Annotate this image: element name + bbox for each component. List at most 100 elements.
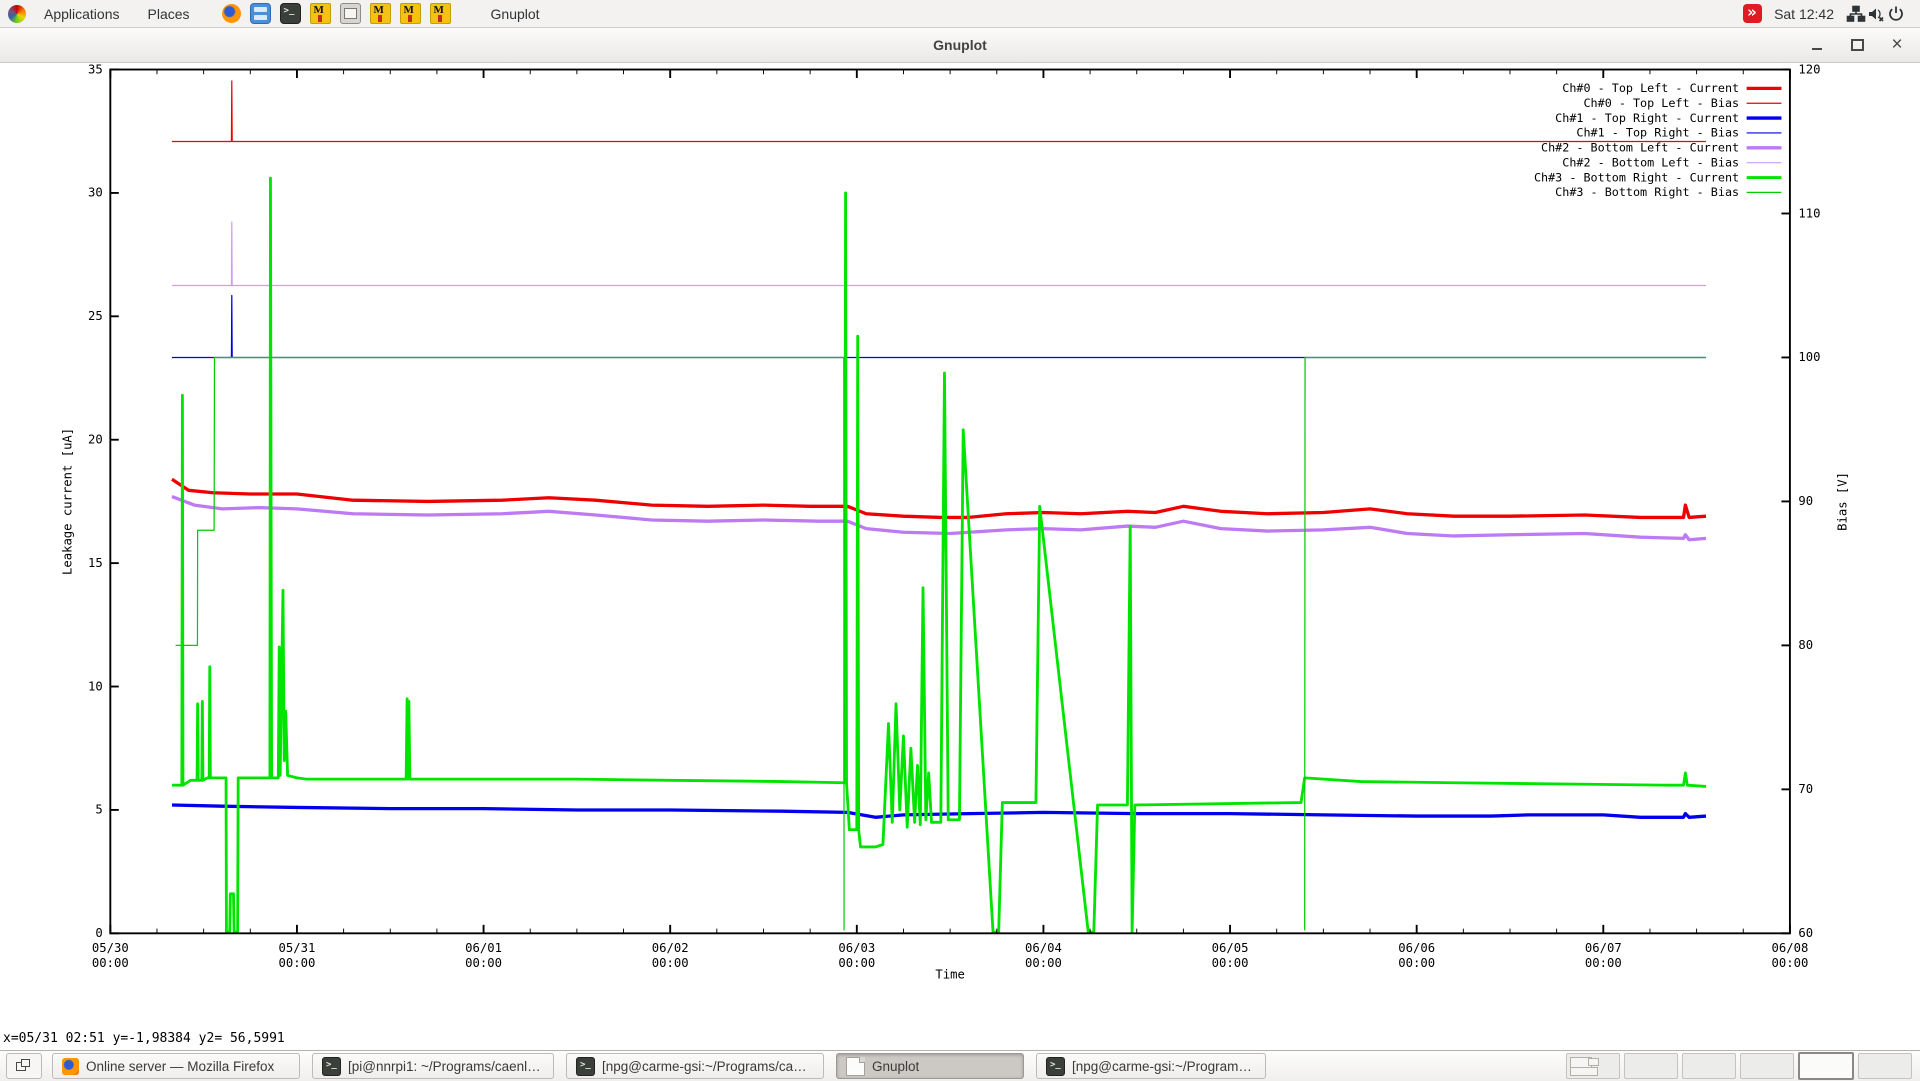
clock[interactable]: Sat 12:42 (1774, 6, 1834, 22)
legend-label-3: Ch#1 - Top Right - Bias (1576, 126, 1739, 140)
x-tick-date-label: 06/07 (1585, 941, 1622, 955)
y-right-tick-label: 80 (1798, 638, 1813, 652)
series-1-line (172, 81, 1706, 142)
panel-right: Sat 12:42 (1743, 0, 1920, 27)
files-launcher-icon[interactable] (250, 3, 271, 24)
mini-window (1570, 1067, 1598, 1076)
workspace-cell-6[interactable] (1858, 1053, 1912, 1079)
panel-window-list-gnuplot[interactable]: Gnuplot (481, 6, 550, 22)
distro-menu-icon[interactable] (8, 5, 26, 23)
taskbar-button-label: [pi@nnrpi1: ~/Programs/caenlogger] (348, 1059, 544, 1074)
workspace-cell-3[interactable] (1682, 1053, 1736, 1079)
workspace-pager (1566, 1052, 1912, 1080)
firefox-icon (62, 1058, 79, 1075)
x-tick-date-label: 06/05 (1212, 941, 1249, 955)
gnuplot-plot-area[interactable]: 05/3000:0005/3100:0006/0100:0006/0200:00… (0, 62, 1920, 1050)
page-icon (846, 1057, 865, 1076)
legend-label-7: Ch#3 - Bottom Right - Bias (1555, 185, 1739, 199)
taskbar-button-label: Online server — Mozilla Firefox (86, 1059, 274, 1074)
y-right-tick-label: 120 (1798, 62, 1820, 76)
legend-label-4: Ch#2 - Bottom Left - Current (1541, 141, 1739, 155)
y-left-tick-label: 25 (88, 309, 103, 323)
x-tick-date-label: 06/01 (465, 941, 502, 955)
midas-launcher-icon[interactable] (400, 3, 421, 24)
y-axis-label-left: Leakage current [uA] (61, 428, 75, 575)
workspace-cell-4[interactable] (1740, 1053, 1794, 1079)
series-2-line (172, 805, 1706, 817)
series-7-line (176, 357, 844, 930)
taskbar-button[interactable]: Gnuplot (836, 1053, 1024, 1079)
midas-launcher-icon[interactable] (430, 3, 451, 24)
series-3-line (172, 296, 1706, 358)
y-right-tick-label: 90 (1798, 494, 1813, 508)
y-left-tick-label: 5 (95, 803, 102, 817)
x-tick-date-label: 05/31 (279, 941, 316, 955)
midas-launcher-icon[interactable] (310, 3, 331, 24)
maximize-button[interactable] (1848, 36, 1866, 54)
x-tick-time-label: 00:00 (652, 956, 689, 970)
taskbar-button[interactable]: [pi@nnrpi1: ~/Programs/caenlogger] (312, 1053, 554, 1079)
x-tick-time-label: 00:00 (279, 956, 316, 970)
y-left-tick-label: 10 (88, 679, 103, 693)
panel-launchers (222, 3, 451, 24)
taskbar-button[interactable]: [npg@carme-gsi:~/Programs/CARME... (1036, 1053, 1266, 1079)
menu-places[interactable]: Places (134, 6, 204, 22)
workspace-cell-2[interactable] (1624, 1053, 1678, 1079)
series-7-line (1305, 357, 1706, 930)
taskbar-button-label: Gnuplot (872, 1059, 919, 1074)
camera-launcher-icon[interactable] (340, 3, 361, 24)
x-tick-time-label: 00:00 (92, 956, 129, 970)
midas-launcher-icon[interactable] (370, 3, 391, 24)
firefox-launcher-icon[interactable] (222, 4, 241, 23)
taskbar-button-label: [npg@carme-gsi:~/Programs/CARME... (1072, 1059, 1256, 1074)
legend-label-6: Ch#3 - Bottom Right - Current (1534, 170, 1739, 184)
window-titlebar[interactable]: Gnuplot × (0, 27, 1920, 63)
menu-applications[interactable]: Applications (30, 6, 134, 22)
taskbar-button[interactable]: [npg@carme-gsi:~/Programs/caenlo... (566, 1053, 824, 1079)
taskbar-button-label: [npg@carme-gsi:~/Programs/caenlo... (602, 1059, 814, 1074)
desktop: { "panel": { "menus": ["Applications", "… (0, 0, 1920, 1080)
terminal-icon (1046, 1057, 1065, 1076)
legend-label-2: Ch#1 - Top Right - Current (1555, 111, 1739, 125)
legend-label-1: Ch#0 - Top Left - Bias (1583, 96, 1739, 110)
x-tick-date-label: 06/03 (838, 941, 875, 955)
y-left-tick-label: 30 (88, 186, 103, 200)
x-tick-date-label: 06/06 (1398, 941, 1435, 955)
notification-icon[interactable] (1743, 4, 1762, 23)
y-left-tick-label: 35 (88, 62, 103, 76)
y-left-tick-label: 15 (88, 556, 103, 570)
legend-label-0: Ch#0 - Top Left - Current (1562, 81, 1739, 95)
series-5-line (172, 222, 1706, 285)
workspace-cell-1[interactable] (1566, 1053, 1620, 1079)
x-tick-time-label: 00:00 (1212, 956, 1249, 970)
network-icon[interactable] (1846, 4, 1866, 24)
x-tick-date-label: 06/02 (652, 941, 689, 955)
taskbar: Online server — Mozilla Firefox [pi@nnrpi… (0, 1050, 1920, 1081)
mini-window (1588, 1058, 1599, 1066)
taskbar-button[interactable]: Online server — Mozilla Firefox (52, 1053, 300, 1079)
y-right-tick-label: 110 (1798, 206, 1820, 220)
x-tick-time-label: 00:00 (838, 956, 875, 970)
terminal-icon (322, 1057, 341, 1076)
y-left-tick-label: 20 (88, 432, 103, 446)
mouse-coordinates-readout: x=05/31 02:51 y=-1,98384 y2= 56,5991 (3, 1031, 285, 1046)
terminal-launcher-icon[interactable] (280, 3, 301, 24)
series-0-line (172, 479, 1706, 517)
minimize-button[interactable] (1808, 36, 1826, 54)
volume-muted-icon[interactable] (1866, 4, 1886, 24)
y-left-tick-label: 0 (95, 926, 102, 940)
x-tick-time-label: 00:00 (1772, 956, 1809, 970)
window-title: Gnuplot (933, 37, 987, 53)
show-desktop-button[interactable] (6, 1053, 42, 1079)
x-tick-time-label: 00:00 (1025, 956, 1062, 970)
top-panel: Applications Places Gnuplot Sat 12:42 (0, 0, 1920, 28)
close-button[interactable]: × (1888, 36, 1906, 54)
window-controls: × (1808, 27, 1906, 62)
legend-label-5: Ch#2 - Bottom Left - Bias (1562, 155, 1739, 169)
y-right-tick-label: 70 (1798, 782, 1813, 796)
power-icon[interactable] (1886, 4, 1906, 24)
terminal-icon (576, 1057, 595, 1076)
workspace-cell-5[interactable] (1798, 1052, 1854, 1080)
x-tick-time-label: 00:00 (1398, 956, 1435, 970)
x-tick-date-label: 06/08 (1772, 941, 1809, 955)
